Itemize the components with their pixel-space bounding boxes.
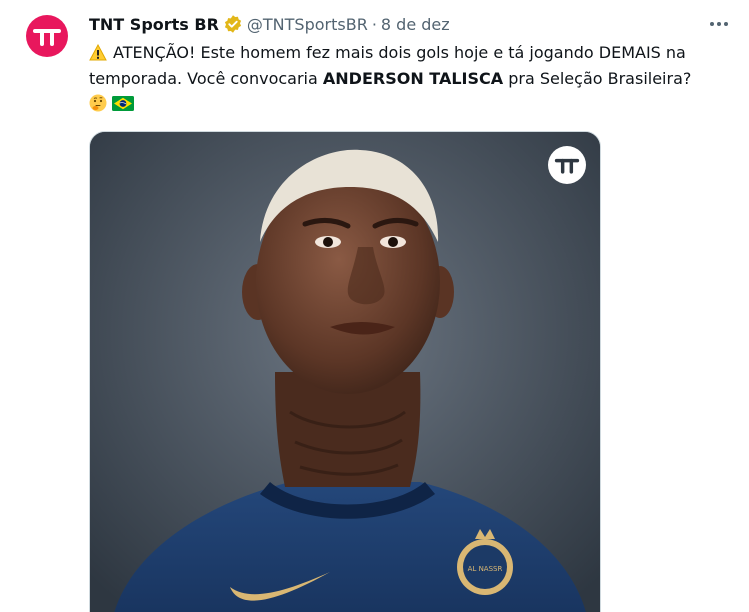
player-photo: AL NASSR	[90, 132, 600, 612]
emoji-row	[89, 94, 734, 112]
verified-badge-icon[interactable]	[223, 14, 243, 34]
author-handle[interactable]: @TNTSportsBR	[247, 15, 368, 34]
tweet-header: TNT Sports BR @TNTSportsBR · 8 de dez	[89, 12, 450, 36]
more-options-button[interactable]	[707, 12, 731, 36]
thinking-face-icon	[89, 94, 107, 112]
tweet-date[interactable]: 8 de dez	[381, 15, 450, 34]
tweet-text-bold-name: ANDERSON TALISCA	[322, 69, 504, 88]
brazil-flag-icon	[112, 95, 134, 111]
media-tnt-logo	[548, 146, 586, 184]
crest-text: AL NASSR	[468, 565, 503, 573]
header-separator: ·	[371, 14, 377, 34]
tweet-media-image[interactable]: AL NASSR	[89, 131, 601, 612]
tnt-logo-icon	[33, 29, 61, 46]
avatar[interactable]	[26, 15, 68, 57]
tweet[interactable]: TNT Sports BR @TNTSportsBR · 8 de dez AT…	[0, 0, 749, 612]
tnt-logo-icon	[554, 158, 580, 174]
tweet-text-part2: pra Seleção Brasileira?	[503, 69, 692, 88]
more-options-icon	[710, 22, 728, 26]
author-display-name[interactable]: TNT Sports BR	[89, 15, 219, 34]
tweet-text: ATENÇÃO! Este homem fez mais dois gols h…	[89, 40, 734, 112]
warning-icon	[89, 44, 107, 61]
